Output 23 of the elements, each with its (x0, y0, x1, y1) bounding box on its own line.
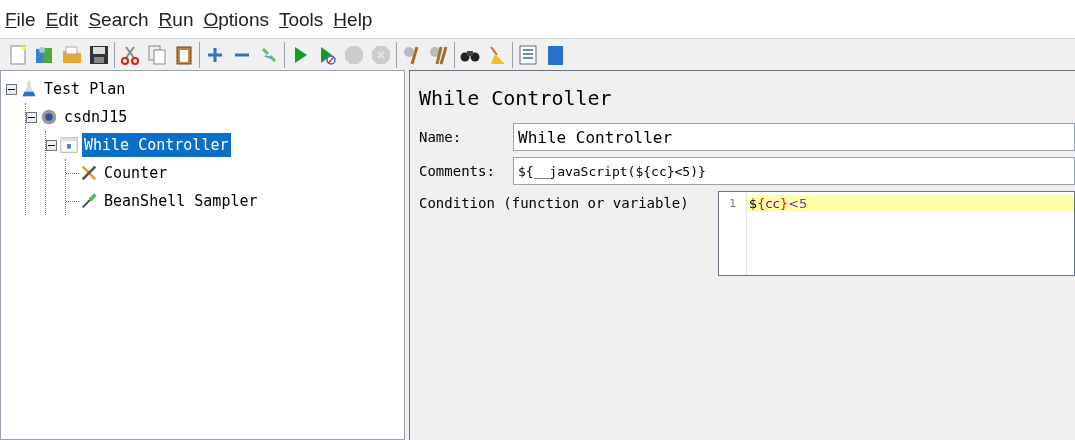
tree-item[interactable]: csdnJ15 (62, 105, 130, 129)
menu-item[interactable]: Options (203, 5, 269, 34)
menu-item[interactable]: Edit (45, 5, 79, 34)
tree-item[interactable]: Counter (102, 161, 170, 185)
tree-item[interactable]: While Controller (82, 133, 231, 157)
line-number: 1 (728, 196, 737, 212)
collapse-toggle-icon[interactable] (46, 139, 57, 151)
collapse-toggle-icon[interactable] (6, 83, 17, 95)
menu-item[interactable]: Run (158, 5, 194, 34)
field-label: Comments: (419, 161, 496, 181)
collapse-toggle-icon[interactable] (26, 111, 37, 123)
field-label: Condition (function or variable) (419, 194, 690, 213)
tree-item[interactable]: BeanShell Sampler (102, 189, 260, 213)
menu-item[interactable]: Search (88, 5, 149, 34)
code-editor[interactable]: 1 ${cc}<5 (718, 191, 1075, 276)
menu-item[interactable]: Help (333, 5, 373, 34)
comments-field[interactable]: ${__javaScript(${cc}<5)} (513, 157, 1075, 185)
name-field[interactable]: While Controller (513, 123, 1075, 151)
menu-item[interactable]: Tools (278, 5, 324, 34)
menu-item[interactable]: File (5, 5, 36, 34)
tree-item[interactable]: Test Plan (42, 77, 128, 101)
panel-title: While Controller (419, 85, 613, 112)
field-label: Name: (419, 127, 463, 147)
